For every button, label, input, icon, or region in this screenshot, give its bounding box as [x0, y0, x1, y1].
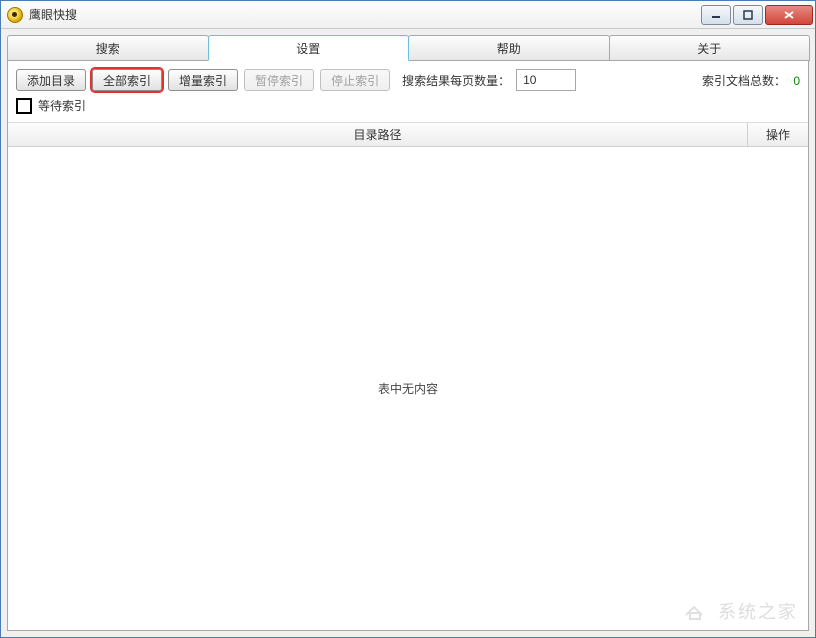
tab-search[interactable]: 搜索 — [7, 35, 209, 61]
waiting-index-label: 等待索引 — [38, 97, 86, 114]
doc-count: 索引文档总数： 0 — [702, 72, 800, 89]
per-page-label: 搜索结果每页数量： — [402, 72, 510, 89]
maximize-icon — [743, 10, 753, 20]
app-window: 鹰眼快搜 搜索 设置 帮助 关于 添加目录 全部索引 增量索引 暂 — [0, 0, 816, 638]
waiting-index-row: 等待索引 — [8, 97, 808, 122]
add-directory-button[interactable]: 添加目录 — [16, 69, 86, 91]
maximize-button[interactable] — [733, 5, 763, 25]
directory-table: 目录路径 操作 表中无内容 — [8, 122, 808, 630]
full-index-button[interactable]: 全部索引 — [92, 69, 162, 91]
window-controls — [701, 5, 813, 25]
per-page-input[interactable] — [516, 69, 576, 91]
table-header: 目录路径 操作 — [8, 123, 808, 147]
column-path[interactable]: 目录路径 — [8, 123, 748, 146]
stop-square-icon[interactable] — [16, 98, 32, 114]
tab-settings[interactable]: 设置 — [208, 35, 410, 61]
app-icon — [7, 7, 23, 23]
empty-text: 表中无内容 — [378, 380, 438, 397]
titlebar: 鹰眼快搜 — [1, 1, 815, 29]
minimize-icon — [711, 10, 721, 20]
minimize-button[interactable] — [701, 5, 731, 25]
doc-count-label: 索引文档总数： — [702, 74, 786, 88]
table-body: 表中无内容 — [8, 147, 808, 630]
stop-index-button: 停止索引 — [320, 69, 390, 91]
tab-bar: 搜索 设置 帮助 关于 — [7, 35, 809, 61]
column-operation[interactable]: 操作 — [748, 123, 808, 146]
pause-index-button: 暂停索引 — [244, 69, 314, 91]
window-title: 鹰眼快搜 — [29, 6, 701, 23]
content-area: 搜索 设置 帮助 关于 添加目录 全部索引 增量索引 暂停索引 停止索引 搜索结… — [1, 29, 815, 637]
tab-help[interactable]: 帮助 — [408, 35, 610, 61]
toolbar: 添加目录 全部索引 增量索引 暂停索引 停止索引 搜索结果每页数量： 索引文档总… — [8, 61, 808, 97]
settings-panel: 添加目录 全部索引 增量索引 暂停索引 停止索引 搜索结果每页数量： 索引文档总… — [7, 60, 809, 631]
close-button[interactable] — [765, 5, 813, 25]
incremental-index-button[interactable]: 增量索引 — [168, 69, 238, 91]
close-icon — [783, 10, 795, 20]
doc-count-value: 0 — [793, 74, 800, 88]
tab-about[interactable]: 关于 — [609, 35, 811, 61]
